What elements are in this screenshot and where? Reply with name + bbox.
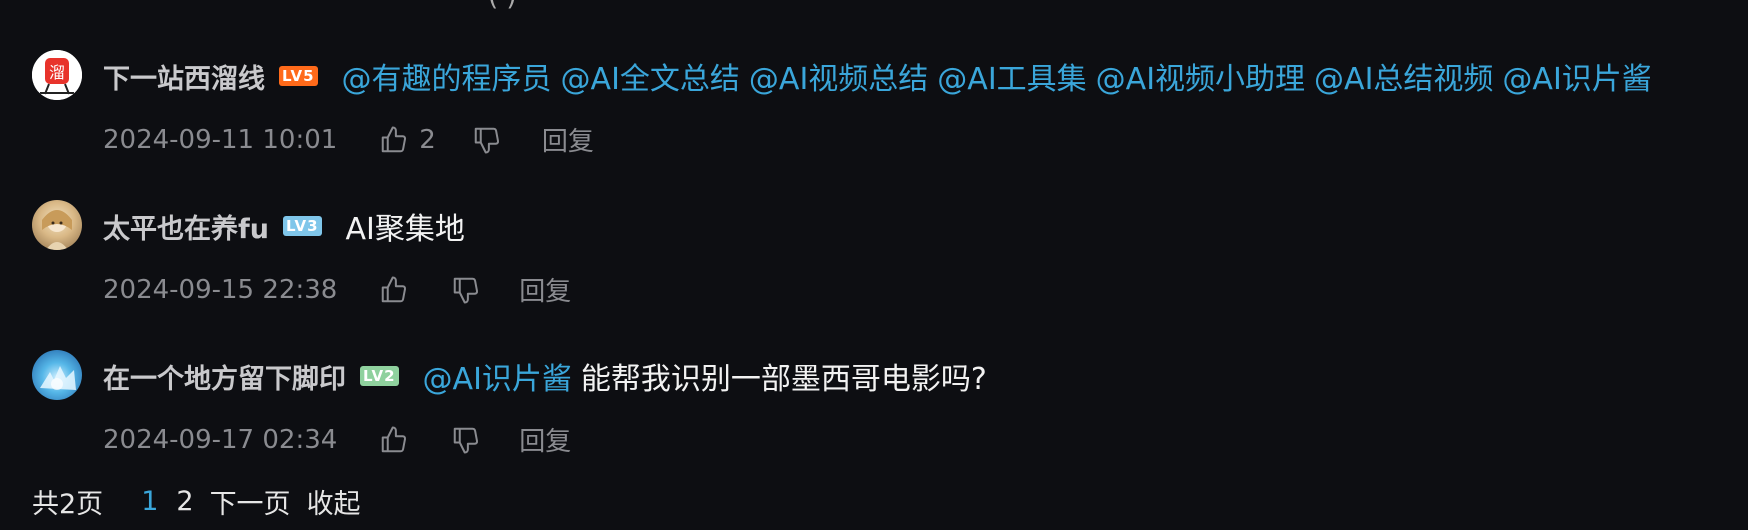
- page-link-2[interactable]: 2: [176, 486, 193, 517]
- comment-text: @AI识片酱 能帮我识别一部墨西哥电影吗?: [423, 354, 987, 398]
- username[interactable]: 太平也在养fu: [103, 207, 269, 246]
- next-page-button[interactable]: 下一页: [210, 482, 291, 521]
- thumbs-down-icon[interactable]: [472, 125, 502, 155]
- thumbs-down-icon[interactable]: [451, 275, 481, 305]
- pagination: 共2页 1 2 下一页 收起: [32, 482, 361, 521]
- blue-ice-avatar-icon: [40, 366, 76, 390]
- level-badge: LV3: [282, 216, 322, 236]
- reply-button[interactable]: 回复: [519, 271, 571, 308]
- like-count: 2: [419, 124, 436, 155]
- avatar[interactable]: [32, 350, 82, 400]
- total-pages-label: 共2页: [32, 489, 104, 520]
- thumbs-up-icon[interactable]: [379, 125, 409, 155]
- comment-body: AI聚集地: [345, 212, 465, 247]
- reply-button[interactable]: 回复: [542, 121, 594, 158]
- comment-header: 在一个地方留下脚印 LV2 @AI识片酱 能帮我识别一部墨西哥电影吗?: [103, 354, 987, 398]
- page-link-1[interactable]: 1: [141, 486, 158, 517]
- comment-header: 太平也在养fu LV3 AI聚集地: [103, 204, 465, 248]
- thumbs-down-icon[interactable]: [451, 425, 481, 455]
- timestamp: 2024-09-17 02:34: [103, 424, 338, 455]
- timestamp: 2024-09-11 10:01: [103, 124, 338, 155]
- thumbs-up-icon[interactable]: [379, 275, 409, 305]
- timestamp: 2024-09-15 22:38: [103, 274, 338, 305]
- comment-item: 在一个地方留下脚印 LV2 @AI识片酱 能帮我识别一部墨西哥电影吗? 2024-…: [0, 0, 1748, 457]
- collapse-button[interactable]: 收起: [307, 482, 361, 521]
- comment-meta: 2024-09-15 22:38 回复: [103, 271, 571, 308]
- level-badge: LV2: [360, 366, 399, 386]
- avatar[interactable]: [32, 200, 82, 250]
- comment-body: 能帮我识别一部墨西哥电影吗?: [580, 362, 987, 397]
- thumbs-up-icon[interactable]: [379, 425, 409, 455]
- reply-button[interactable]: 回复: [519, 421, 571, 458]
- mention-link[interactable]: @AI识片酱: [423, 362, 572, 397]
- comment-meta: 2024-09-17 02:34 回复: [103, 421, 571, 458]
- anime-character-avatar-icon: [42, 210, 72, 250]
- username[interactable]: 在一个地方留下脚印: [103, 357, 346, 396]
- comment-meta: 2024-09-11 10:01 2 回复: [103, 121, 594, 158]
- comment-text: AI聚集地: [346, 204, 465, 248]
